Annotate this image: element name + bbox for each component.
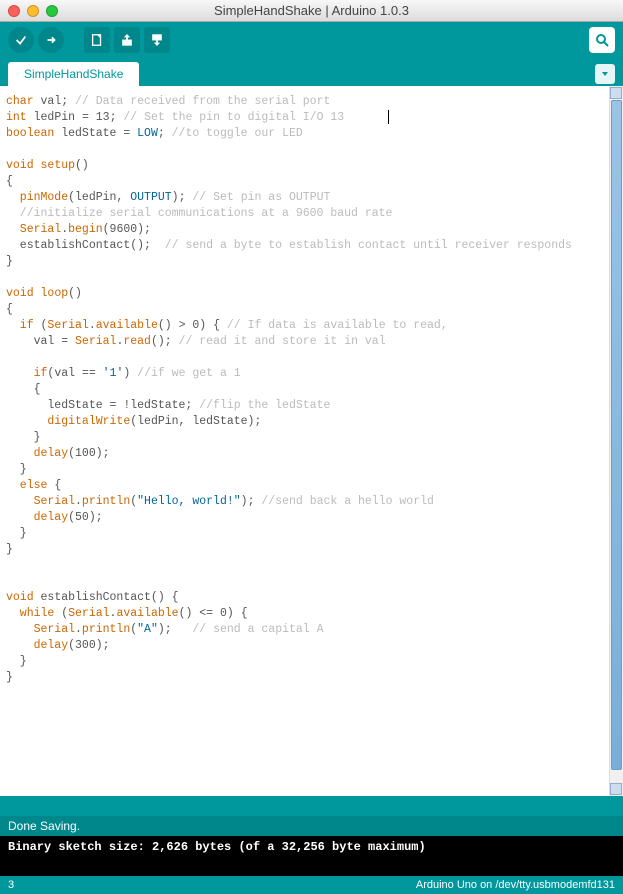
- line-number: 3: [8, 879, 14, 891]
- footer-bar: 3 Arduino Uno on /dev/tty.usbmodemfd131: [0, 876, 623, 894]
- console-line: Binary sketch size: 2,626 bytes (of a 32…: [8, 840, 426, 854]
- close-window-button[interactable]: [8, 5, 20, 17]
- scroll-thumb[interactable]: [611, 100, 622, 770]
- text-cursor: [388, 110, 389, 124]
- scroll-up-arrow[interactable]: [610, 87, 622, 99]
- vertical-scrollbar[interactable]: [609, 86, 623, 796]
- code-editor[interactable]: char val; // Data received from the seri…: [0, 86, 609, 796]
- window-title: SimpleHandShake | Arduino 1.0.3: [0, 3, 623, 18]
- tab-bar: SimpleHandShake: [0, 58, 623, 86]
- status-message: Done Saving.: [0, 816, 623, 836]
- upload-button[interactable]: [38, 27, 64, 53]
- tab-menu-dropdown[interactable]: [595, 64, 615, 84]
- scroll-down-arrow[interactable]: [610, 783, 622, 795]
- save-sketch-button[interactable]: [144, 27, 170, 53]
- status-band: [0, 796, 623, 816]
- open-sketch-button[interactable]: [114, 27, 140, 53]
- traffic-lights: [8, 5, 58, 17]
- minimize-window-button[interactable]: [27, 5, 39, 17]
- serial-monitor-button[interactable]: [589, 27, 615, 53]
- verify-button[interactable]: [8, 27, 34, 53]
- board-port-label: Arduino Uno on /dev/tty.usbmodemfd131: [416, 879, 615, 891]
- new-sketch-button[interactable]: [84, 27, 110, 53]
- editor-area: char val; // Data received from the seri…: [0, 86, 623, 796]
- toolbar: [0, 22, 623, 58]
- sketch-tab[interactable]: SimpleHandShake: [8, 62, 139, 86]
- zoom-window-button[interactable]: [46, 5, 58, 17]
- mac-titlebar: SimpleHandShake | Arduino 1.0.3: [0, 0, 623, 22]
- output-console[interactable]: Binary sketch size: 2,626 bytes (of a 32…: [0, 836, 623, 876]
